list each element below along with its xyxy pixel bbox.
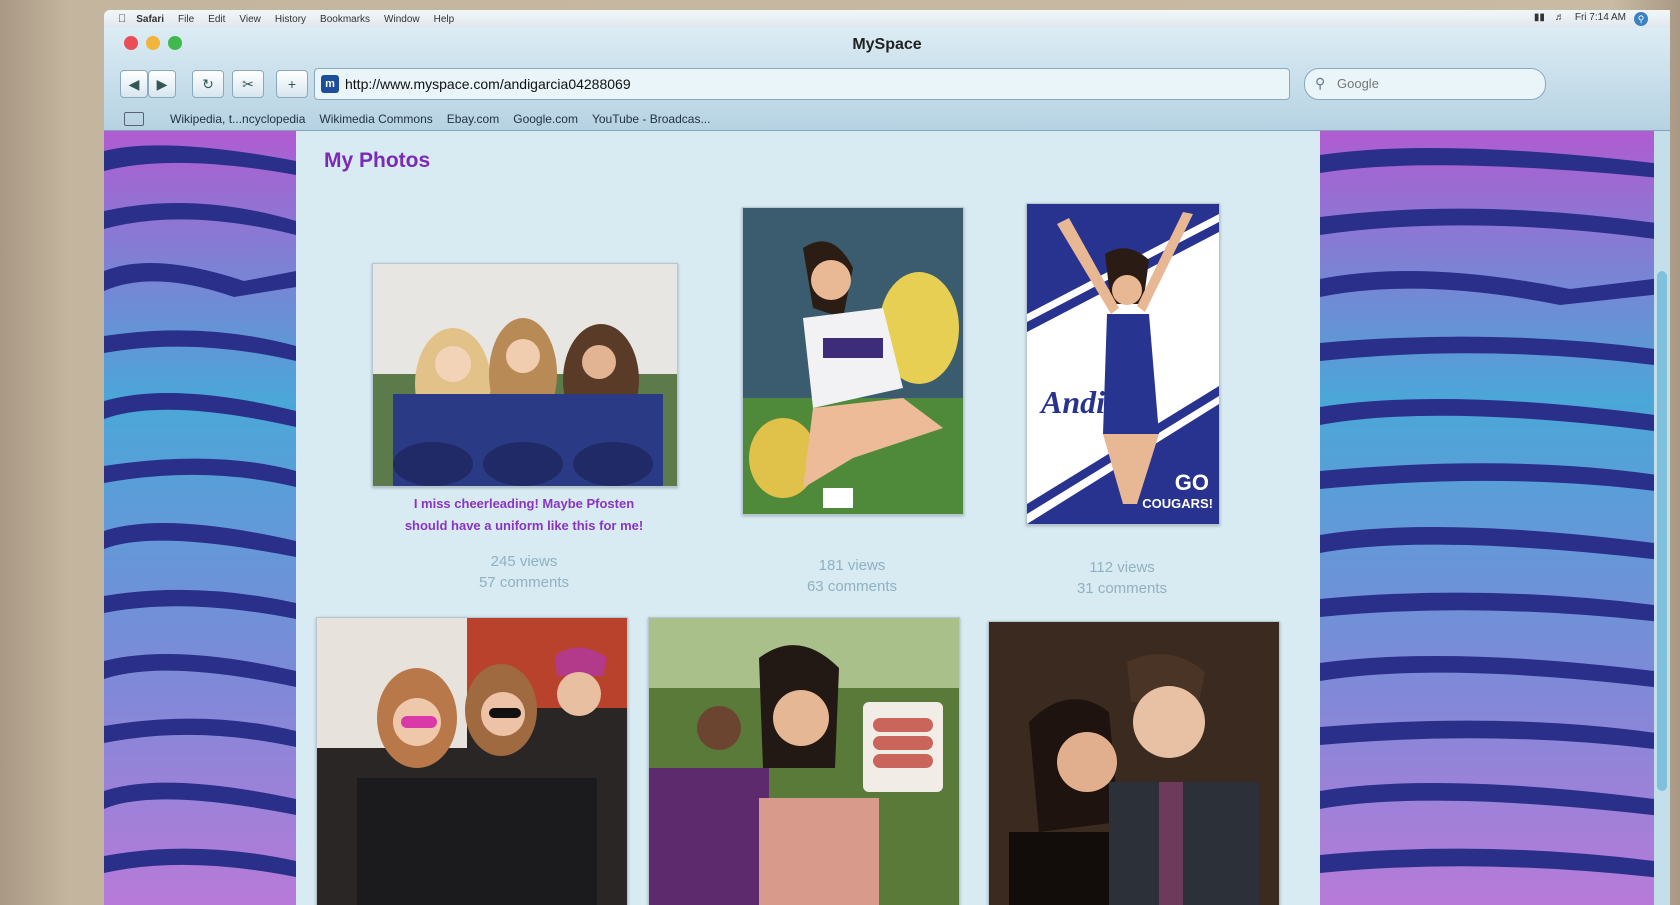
photo-hotdog-party[interactable] xyxy=(648,617,960,905)
photo-3-comments: 31 comments xyxy=(1076,580,1168,597)
search-icon: ⚲ xyxy=(1315,75,1326,91)
show-all-bookmarks-icon[interactable] xyxy=(124,112,144,126)
section-title-my-photos: My Photos xyxy=(324,149,431,172)
battery-icon[interactable]: ▮▮ xyxy=(1534,12,1545,23)
zebra-background-right xyxy=(1320,131,1670,905)
menu-edit[interactable]: Edit xyxy=(208,14,225,25)
scissors-icon: ✂ xyxy=(242,75,254,92)
screen:  Safari File Edit View History Bookmark… xyxy=(104,10,1670,905)
bookmark-wikipedia[interactable]: Wikipedia, t...ncyclopedia xyxy=(170,112,305,126)
photo-2-comments: 63 comments xyxy=(806,578,898,595)
address-bar[interactable]: m http://www.myspace.com/andigarcia04288… xyxy=(314,68,1290,100)
photo-1-caption: I miss cheerleading! Maybe Pfosten shoul… xyxy=(356,493,692,537)
back-button[interactable]: ◀ xyxy=(120,70,148,98)
photo-1-views: 245 views xyxy=(490,553,558,570)
url-text[interactable]: http://www.myspace.com/andigarcia0428806… xyxy=(345,76,631,92)
poster-name: Andi xyxy=(1041,384,1106,420)
add-bookmark-button[interactable]: + xyxy=(276,70,308,98)
photo-1-comments: 57 comments xyxy=(478,574,570,591)
page-scrollbar[interactable] xyxy=(1654,131,1670,905)
browser-chrome: MySpace ◀ ▶ ↻ ✂ + m http://www.myspace.c… xyxy=(104,28,1670,131)
menu-history[interactable]: History xyxy=(275,14,306,25)
bookmarks-bar: Wikipedia, t...ncyclopedia Wikimedia Com… xyxy=(124,112,710,126)
volume-icon[interactable]: ♬ xyxy=(1555,12,1565,23)
poster-go: GO xyxy=(1174,470,1209,495)
menu-window[interactable]: Window xyxy=(384,14,420,25)
photo-1-stats: 245 views 57 comments xyxy=(414,551,634,593)
search-field[interactable]: ⚲ xyxy=(1304,68,1546,100)
menu-help[interactable]: Help xyxy=(434,14,455,25)
bookmark-wikimedia[interactable]: Wikimedia Commons xyxy=(319,112,432,126)
myspace-favicon-icon: m xyxy=(321,75,339,93)
back-arrow-icon: ◀ xyxy=(128,75,140,92)
bookmark-google[interactable]: Google.com xyxy=(513,112,578,126)
menu-file[interactable]: File xyxy=(178,14,194,25)
menu-view[interactable]: View xyxy=(239,14,261,25)
photo-gallery-panel: My Photos I miss cheerleading! Maybe Pfo… xyxy=(296,131,1320,905)
scrollbar-thumb[interactable] xyxy=(1657,271,1667,791)
apple-menu-icon[interactable]:  xyxy=(118,13,126,25)
photo-1-caption-line2: should have a uniform like this for me! xyxy=(404,518,644,533)
photo-3-views: 112 views xyxy=(1089,559,1155,576)
plus-icon: + xyxy=(287,76,297,92)
bookmark-youtube[interactable]: YouTube - Broadcas... xyxy=(592,112,711,126)
photo-1-caption-line1: I miss cheerleading! Maybe Pfosten xyxy=(413,496,635,511)
bookmark-ebay[interactable]: Ebay.com xyxy=(447,112,499,126)
photo-2-views: 181 views xyxy=(818,557,886,574)
webpage: My Photos I miss cheerleading! Maybe Pfo… xyxy=(104,131,1670,905)
forward-arrow-icon: ▶ xyxy=(156,75,168,92)
menu-bookmarks[interactable]: Bookmarks xyxy=(320,14,370,25)
forward-button[interactable]: ▶ xyxy=(148,70,176,98)
photo-cheerleader-jump[interactable] xyxy=(742,207,964,515)
photo-2-stats: 181 views 63 comments xyxy=(742,555,962,597)
photo-girls-party[interactable] xyxy=(316,617,628,905)
snip-button[interactable]: ✂ xyxy=(232,70,264,98)
zebra-background-left xyxy=(104,131,296,905)
menu-safari[interactable]: Safari xyxy=(136,14,164,25)
spotlight-icon[interactable]: ⚲ xyxy=(1634,12,1648,26)
reload-button[interactable]: ↻ xyxy=(192,70,224,98)
menu-bar:  Safari File Edit View History Bookmark… xyxy=(104,10,1670,28)
search-input[interactable] xyxy=(1335,75,1529,92)
photo-cheerleaders-group[interactable] xyxy=(372,263,678,487)
photo-3-stats: 112 views 31 comments xyxy=(1012,557,1232,599)
window-title: MySpace xyxy=(852,36,922,53)
menubar-clock[interactable]: Fri 7:14 AM xyxy=(1575,12,1626,23)
reload-icon: ↻ xyxy=(202,75,214,92)
poster-team: COUGARS! xyxy=(1142,496,1213,511)
photo-andi-poster[interactable]: Andi GO COUGARS! xyxy=(1026,203,1220,525)
photo-kiss-couple[interactable] xyxy=(988,621,1280,905)
